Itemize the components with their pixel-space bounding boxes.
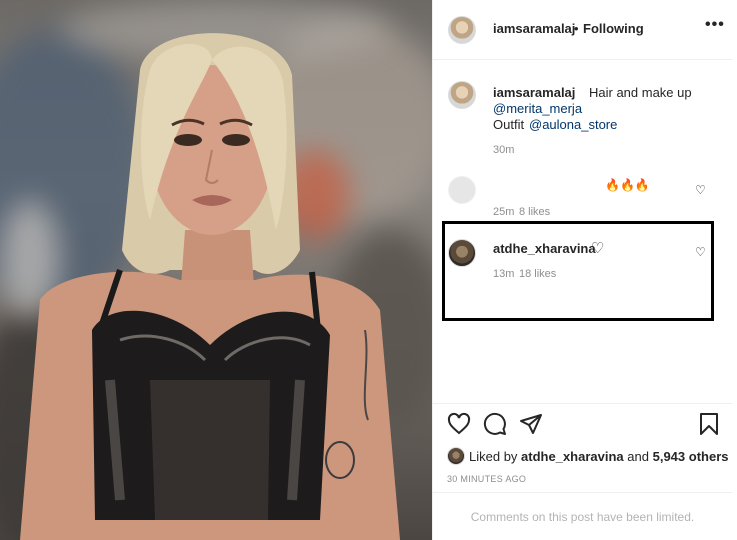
caption-timestamp[interactable]: 30m: [493, 144, 514, 156]
bookmark-icon[interactable]: [697, 412, 721, 436]
heart-icon[interactable]: ♡: [695, 183, 706, 197]
post-timestamp[interactable]: 30 MINUTES AGO: [447, 474, 526, 484]
avatar[interactable]: [448, 16, 476, 44]
liked-by-user[interactable]: atdhe_xharavina: [521, 449, 624, 464]
separator-dot: •: [574, 21, 579, 36]
avatar[interactable]: [448, 176, 476, 204]
comment-username[interactable]: atdhe_xharavina: [493, 241, 596, 256]
comment-timestamp[interactable]: 25m: [493, 206, 514, 218]
caption-username[interactable]: iamsaramalaj: [493, 85, 575, 100]
comments-list: iamsaramalaj Hair and make up @merita_me…: [433, 61, 732, 403]
header-username[interactable]: iamsaramalaj: [493, 21, 575, 36]
following-button[interactable]: Following: [583, 21, 644, 36]
comment-text: ♡: [591, 240, 605, 257]
comment-likes[interactable]: 18 likes: [519, 268, 556, 280]
comment-timestamp[interactable]: 13m: [493, 268, 514, 280]
comment-text: 🔥🔥🔥: [605, 178, 650, 192]
send-icon[interactable]: [519, 412, 543, 436]
caption-mention[interactable]: @aulona_store: [529, 117, 617, 132]
comment-likes[interactable]: 8 likes: [519, 206, 550, 218]
caption-text: Outfit: [493, 117, 525, 132]
more-horizontal-icon[interactable]: •••: [705, 16, 725, 34]
liked-by-middle: and: [627, 449, 649, 464]
post-header: iamsaramalaj • Following •••: [433, 0, 732, 60]
post-sidebar: iamsaramalaj • Following ••• iamsaramala…: [432, 0, 737, 540]
comments-limited-notice: Comments on this post have been limited.: [433, 492, 732, 540]
liked-by-prefix: Liked by: [469, 449, 518, 464]
liked-by-count[interactable]: 5,943 others: [653, 449, 729, 464]
avatar[interactable]: [448, 239, 476, 267]
avatar[interactable]: [448, 81, 476, 109]
caption-text: Hair and make up: [589, 85, 692, 100]
heart-icon[interactable]: ♡: [695, 245, 706, 259]
post-actions: Liked by atdhe_xharavina and 5,943 other…: [433, 403, 732, 540]
avatar[interactable]: [447, 447, 465, 465]
person-illustration: [20, 33, 400, 540]
liked-by-text[interactable]: Liked by atdhe_xharavina and 5,943 other…: [469, 449, 728, 464]
caption-mention[interactable]: @merita_merja: [493, 101, 582, 116]
post-photo[interactable]: [0, 0, 432, 540]
comment-icon[interactable]: [483, 412, 507, 436]
heart-icon[interactable]: [447, 412, 471, 436]
